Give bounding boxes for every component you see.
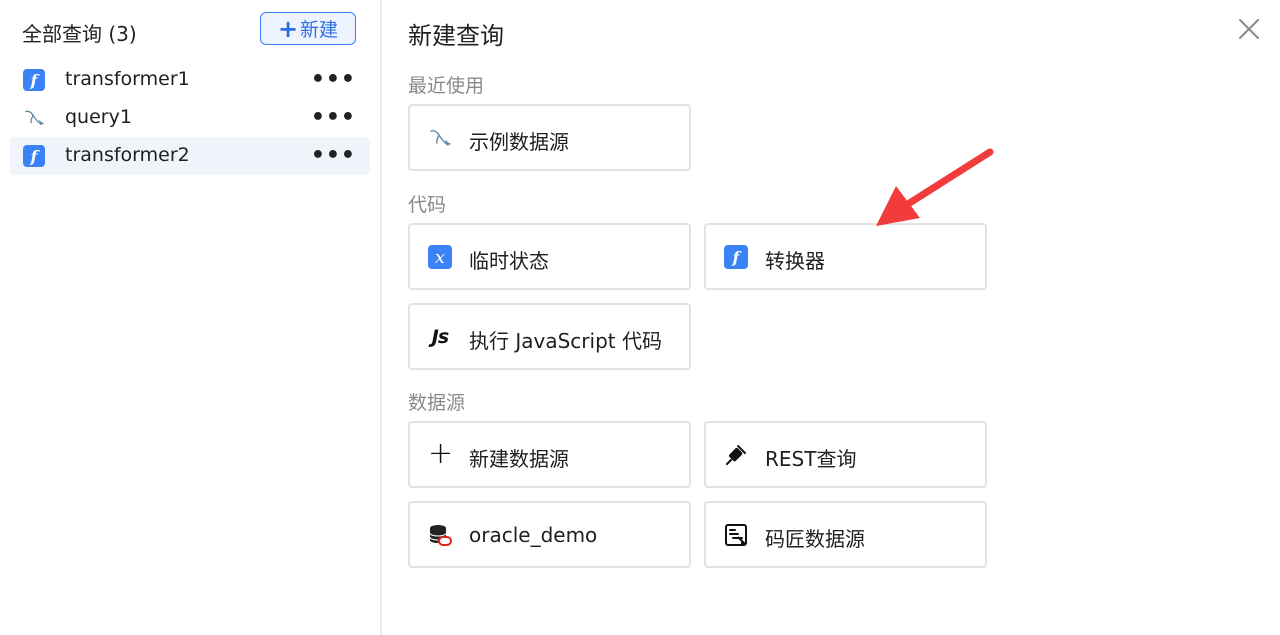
section-code: 代码: [408, 194, 447, 216]
card-label: 码匠数据源: [765, 527, 865, 551]
card-transformer[interactable]: f 转换器: [704, 223, 987, 290]
plus-icon: +: [277, 14, 299, 43]
card-label: 转换器: [765, 249, 825, 273]
section-recent: 最近使用: [408, 75, 485, 97]
sidebar-header: 全部查询 (3) + 新建: [22, 12, 356, 48]
query-list: f transformer1 ••• query1 ••• f transfor…: [10, 61, 370, 175]
card-new-datasource[interactable]: + 新建数据源: [408, 421, 691, 488]
section-datasource: 数据源: [408, 392, 466, 414]
query-item-transformer1[interactable]: f transformer1 •••: [10, 61, 370, 99]
more-options-icon[interactable]: •••: [311, 107, 356, 129]
card-label: oracle_demo: [469, 523, 598, 547]
plus-icon: +: [428, 436, 454, 471]
more-options-icon[interactable]: •••: [311, 145, 356, 167]
new-query-label: 新建: [300, 19, 339, 41]
card-label: 临时状态: [469, 249, 549, 273]
query-item-query1[interactable]: query1 •••: [10, 99, 370, 137]
annotation-arrow-icon: [876, 148, 994, 226]
dolphin-icon: [25, 110, 44, 126]
card-oracle-demo[interactable]: oracle_demo: [408, 501, 691, 568]
new-query-panel: 新建查询 最近使用 示例数据源 代码 x 临时状态 f 转换器 Js 执行 Ja…: [408, 0, 1280, 635]
card-temp-state[interactable]: x 临时状态: [408, 223, 691, 290]
card-label: 新建数据源: [469, 447, 569, 471]
card-label: 执行 JavaScript 代码: [469, 329, 662, 353]
dolphin-icon: [430, 130, 451, 146]
card-run-js[interactable]: Js 执行 JavaScript 代码: [408, 303, 691, 370]
more-options-icon[interactable]: •••: [311, 69, 356, 91]
panel-title: 新建查询: [408, 22, 504, 50]
function-icon: f: [724, 245, 748, 269]
close-icon[interactable]: [1236, 16, 1262, 42]
new-query-button[interactable]: + 新建: [260, 12, 356, 45]
query-name: query1: [65, 106, 132, 128]
card-label: 示例数据源: [469, 130, 569, 154]
javascript-icon: Js: [431, 326, 449, 348]
gantt-icon: [725, 524, 747, 546]
function-icon: f: [23, 69, 45, 91]
plug-icon: [726, 445, 746, 465]
card-rest-query[interactable]: REST查询: [704, 421, 987, 488]
query-sidebar: 全部查询 (3) + 新建 f transformer1 ••• query1 …: [0, 0, 382, 635]
all-queries-title: 全部查询 (3): [22, 22, 137, 46]
database-icon: [429, 525, 452, 546]
query-name: transformer2: [65, 144, 190, 166]
function-icon: f: [23, 145, 45, 167]
card-mj-datasource[interactable]: 码匠数据源: [704, 501, 987, 568]
query-item-transformer2[interactable]: f transformer2 •••: [10, 137, 370, 175]
card-label: REST查询: [765, 447, 857, 471]
card-example-datasource[interactable]: 示例数据源: [408, 104, 691, 171]
query-name: transformer1: [65, 68, 190, 90]
variable-icon: x: [428, 245, 452, 269]
